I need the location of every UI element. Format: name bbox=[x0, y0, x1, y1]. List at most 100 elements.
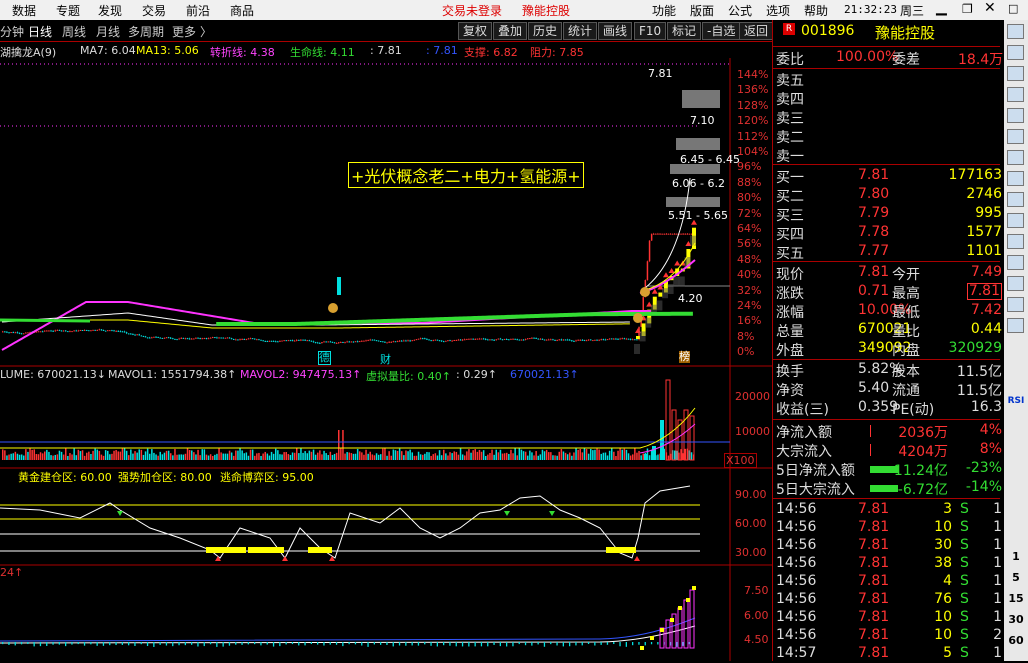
price-label-2: 7.10 bbox=[690, 114, 715, 127]
period-label-15[interactable]: 15 bbox=[1006, 592, 1026, 605]
volume-bar bbox=[541, 449, 544, 460]
candle-body bbox=[327, 341, 329, 343]
candle-body bbox=[344, 342, 346, 344]
tab-monthly[interactable]: 月线 bbox=[96, 23, 120, 40]
volume-bar bbox=[153, 452, 155, 460]
menu-topic[interactable]: 专题 bbox=[56, 2, 80, 19]
menu-help[interactable]: 帮助 bbox=[804, 2, 828, 19]
menu-discover[interactable]: 发现 bbox=[98, 2, 122, 19]
period-label-RSI[interactable]: RSI bbox=[1006, 396, 1026, 406]
candle-body bbox=[531, 337, 533, 339]
marker-de[interactable]: 德 bbox=[318, 351, 331, 365]
volume-bar bbox=[296, 448, 298, 460]
tab-more[interactable]: 更多 bbox=[172, 23, 196, 40]
bottom-bar bbox=[71, 642, 73, 645]
menu-options[interactable]: 选项 bbox=[766, 2, 790, 19]
period-label-1[interactable]: 1 bbox=[1006, 550, 1026, 563]
tick-time: 14:56 bbox=[776, 519, 817, 535]
menu-formula[interactable]: 公式 bbox=[728, 2, 752, 19]
bottom-bar bbox=[405, 642, 407, 646]
tab-multi-period[interactable]: 多周期 bbox=[128, 23, 164, 40]
adjust-button[interactable]: 复权 bbox=[458, 22, 493, 40]
minimize-icon[interactable]: ▁ bbox=[936, 0, 947, 16]
menu-frontier[interactable]: 前沿 bbox=[186, 2, 210, 19]
bottom-bar bbox=[474, 642, 476, 647]
flow-label: 5日净流入额 bbox=[776, 463, 855, 479]
marker-cai[interactable]: 财 bbox=[380, 351, 391, 367]
gap-box bbox=[639, 331, 646, 342]
tick-count: 1 bbox=[993, 645, 1002, 661]
menu-goods[interactable]: 商品 bbox=[230, 2, 254, 19]
candle-body bbox=[100, 329, 103, 331]
circle-icon[interactable] bbox=[1007, 276, 1024, 291]
close-icon[interactable]: ✕ bbox=[984, 0, 996, 16]
restore-icon[interactable]: ❐ bbox=[962, 2, 973, 16]
pen-icon[interactable] bbox=[1007, 318, 1024, 333]
period-label-5[interactable]: 5 bbox=[1006, 571, 1026, 584]
history-button[interactable]: 历史 bbox=[528, 22, 563, 40]
period-label-30[interactable]: 30 bbox=[1006, 613, 1026, 626]
chart2-icon[interactable] bbox=[1007, 129, 1024, 144]
f10-icon[interactable] bbox=[1007, 192, 1024, 207]
bottom-bar bbox=[8, 642, 10, 645]
bottom-bar bbox=[247, 642, 249, 645]
volume-bar bbox=[279, 454, 281, 460]
turn-line bbox=[1, 301, 651, 351]
note-icon[interactable] bbox=[1007, 150, 1024, 165]
fz-icon[interactable] bbox=[1007, 255, 1024, 270]
candle-body bbox=[573, 340, 575, 342]
candle-body bbox=[468, 338, 470, 340]
trade-login-status[interactable]: 交易未登录 bbox=[442, 2, 502, 19]
candle-body bbox=[669, 233, 672, 235]
list-icon[interactable] bbox=[1007, 45, 1024, 60]
grid-icon[interactable] bbox=[1007, 66, 1024, 81]
ff-icon[interactable] bbox=[1007, 234, 1024, 249]
marker-bang[interactable]: 榜 bbox=[679, 351, 690, 363]
add-favorite-button[interactable]: -自选 bbox=[702, 22, 741, 40]
rsi-icon[interactable] bbox=[1007, 297, 1024, 312]
chevron-right-icon[interactable]: 〉 bbox=[200, 23, 212, 40]
candle-body bbox=[388, 341, 390, 343]
draw-button[interactable]: 画线 bbox=[598, 22, 633, 40]
stats-button[interactable]: 统计 bbox=[563, 22, 598, 40]
menu-trade[interactable]: 交易 bbox=[142, 2, 166, 19]
back-button[interactable]: 返回 bbox=[739, 22, 774, 40]
fa-icon[interactable] bbox=[1007, 213, 1024, 228]
period-label-60[interactable]: 60 bbox=[1006, 634, 1026, 647]
candle-body bbox=[25, 332, 27, 334]
f10-button[interactable]: F10 bbox=[634, 22, 667, 40]
bid-label: 买五 bbox=[776, 246, 804, 262]
buy-zone-bar bbox=[248, 547, 284, 553]
osc-tick-30: 30.00 bbox=[735, 546, 767, 559]
chart-icon[interactable] bbox=[1007, 87, 1024, 102]
stat-value2: 7.49 bbox=[970, 264, 1002, 280]
candle-body bbox=[571, 340, 573, 342]
kline-icon[interactable] bbox=[1007, 171, 1024, 186]
maximize-icon[interactable]: □ bbox=[1008, 2, 1018, 15]
mark-button[interactable]: 标记 bbox=[667, 22, 702, 40]
trade-tick-row: 14:56 7.81 10 S 1 bbox=[776, 519, 1002, 537]
volume-bar bbox=[75, 455, 77, 460]
menu-function[interactable]: 功能 bbox=[652, 2, 676, 19]
volume-bar bbox=[569, 452, 571, 460]
stat-label2: 最低 bbox=[892, 305, 920, 321]
candle-body bbox=[6, 331, 8, 333]
candle-body bbox=[224, 337, 227, 339]
tab-icon[interactable] bbox=[1007, 24, 1024, 39]
menu-layout[interactable]: 版面 bbox=[690, 2, 714, 19]
main-y-tick: 64% bbox=[737, 222, 762, 235]
overlay-button[interactable]: 叠加 bbox=[493, 22, 528, 40]
book-icon[interactable] bbox=[1007, 108, 1024, 123]
tab-weekly[interactable]: 周线 bbox=[62, 23, 86, 40]
menu-data[interactable]: 数据 bbox=[12, 2, 36, 19]
volume-bar bbox=[390, 455, 392, 460]
bottom-bar bbox=[317, 642, 319, 645]
candle-body bbox=[440, 340, 443, 342]
candle-body bbox=[310, 340, 313, 342]
tab-daily[interactable]: 日线 bbox=[28, 23, 52, 40]
trade-tick-row: 14:56 7.81 3 S 1 bbox=[776, 501, 1002, 519]
volume-bar bbox=[592, 450, 594, 460]
rally-candle bbox=[636, 336, 640, 339]
candle-body bbox=[401, 340, 403, 342]
tab-minute[interactable]: 分钟 bbox=[0, 23, 24, 40]
